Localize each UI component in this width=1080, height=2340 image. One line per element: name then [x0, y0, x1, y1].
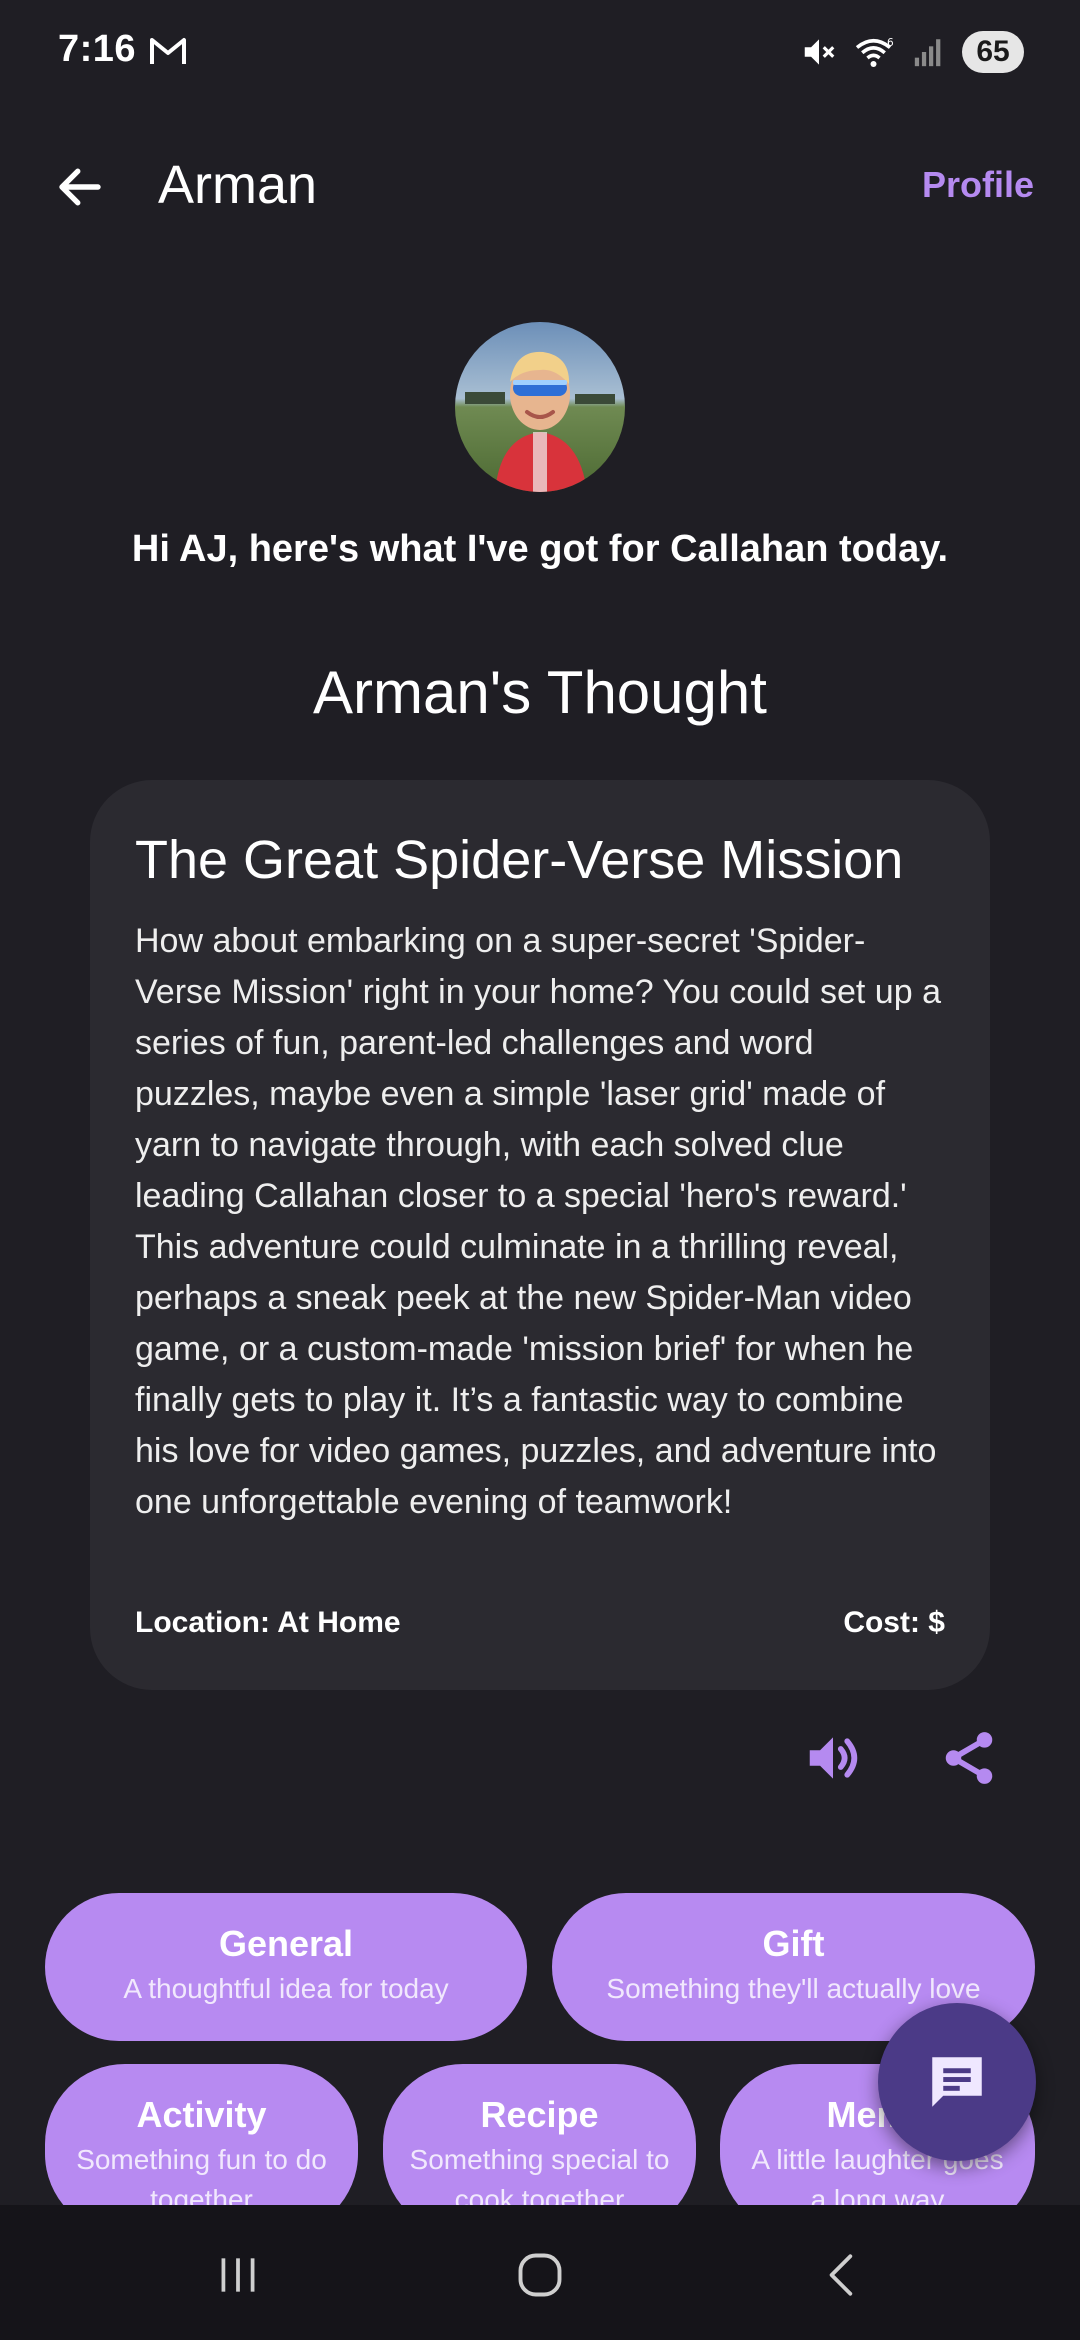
- cellular-signal-icon: [914, 39, 941, 67]
- card-title: The Great Spider-Verse Mission: [135, 830, 904, 890]
- chip-general[interactable]: General A thoughtful idea for today: [45, 1893, 527, 2041]
- chat-icon: [932, 2057, 982, 2107]
- gmail-icon: [150, 38, 186, 64]
- system-nav-bar: [0, 2205, 1080, 2340]
- card-body: How about embarking on a super-secret 'S…: [135, 922, 941, 1521]
- avatar: [455, 322, 625, 492]
- chip-subtitle: Something they'll actually love: [606, 1973, 981, 2004]
- back-icon: [829, 2254, 853, 2296]
- svg-text:6: 6: [887, 37, 894, 49]
- arrow-left-icon: [59, 168, 101, 206]
- home-button[interactable]: [480, 2225, 600, 2325]
- idea-card: The Great Spider-Verse Mission How about…: [90, 780, 990, 1690]
- speaker-icon: [809, 1737, 858, 1779]
- card-footer: Location: At Home Cost: $: [135, 1606, 945, 1640]
- page-title: Arman: [158, 155, 318, 215]
- nav-back-button[interactable]: [782, 2225, 902, 2325]
- app-bar: Arman Profile: [0, 130, 1080, 240]
- chip-subtitle: A thoughtful idea for today: [123, 1973, 449, 2004]
- screen: 7:16 6 65 Arman Profile Hi AJ, here's wh…: [0, 0, 1080, 2340]
- status-bar: 7:16 6 65: [0, 0, 1080, 110]
- battery-icon: 65: [962, 31, 1024, 73]
- wifi-6-icon: 6: [855, 37, 894, 67]
- home-icon: [518, 2253, 562, 2297]
- recents-button[interactable]: [178, 2225, 298, 2325]
- speaker-button[interactable]: [793, 1718, 873, 1798]
- share-icon: [945, 1732, 993, 1784]
- greeting-text: Hi AJ, here's what I've got for Callahan…: [131, 528, 949, 570]
- mute-icon: [804, 39, 835, 65]
- chip-label: Gift: [762, 1923, 825, 1964]
- location-text: Location: At Home: [135, 1606, 401, 1639]
- section-title: Arman's Thought: [313, 659, 767, 726]
- status-time: 7:16: [58, 28, 137, 70]
- profile-button[interactable]: Profile: [922, 164, 1034, 206]
- chip-label: Recipe: [480, 2094, 599, 2135]
- status-icons: 6 65: [800, 26, 1024, 78]
- back-button[interactable]: [40, 152, 120, 222]
- chat-fab-button[interactable]: [878, 2003, 1036, 2161]
- chip-label: General: [218, 1923, 354, 1964]
- cost-text: Cost: $: [843, 1606, 945, 1639]
- chip-label: Activity: [136, 2094, 267, 2135]
- recents-icon: [221, 2258, 255, 2292]
- avatar-photo: [455, 322, 625, 492]
- share-button[interactable]: [929, 1718, 1009, 1798]
